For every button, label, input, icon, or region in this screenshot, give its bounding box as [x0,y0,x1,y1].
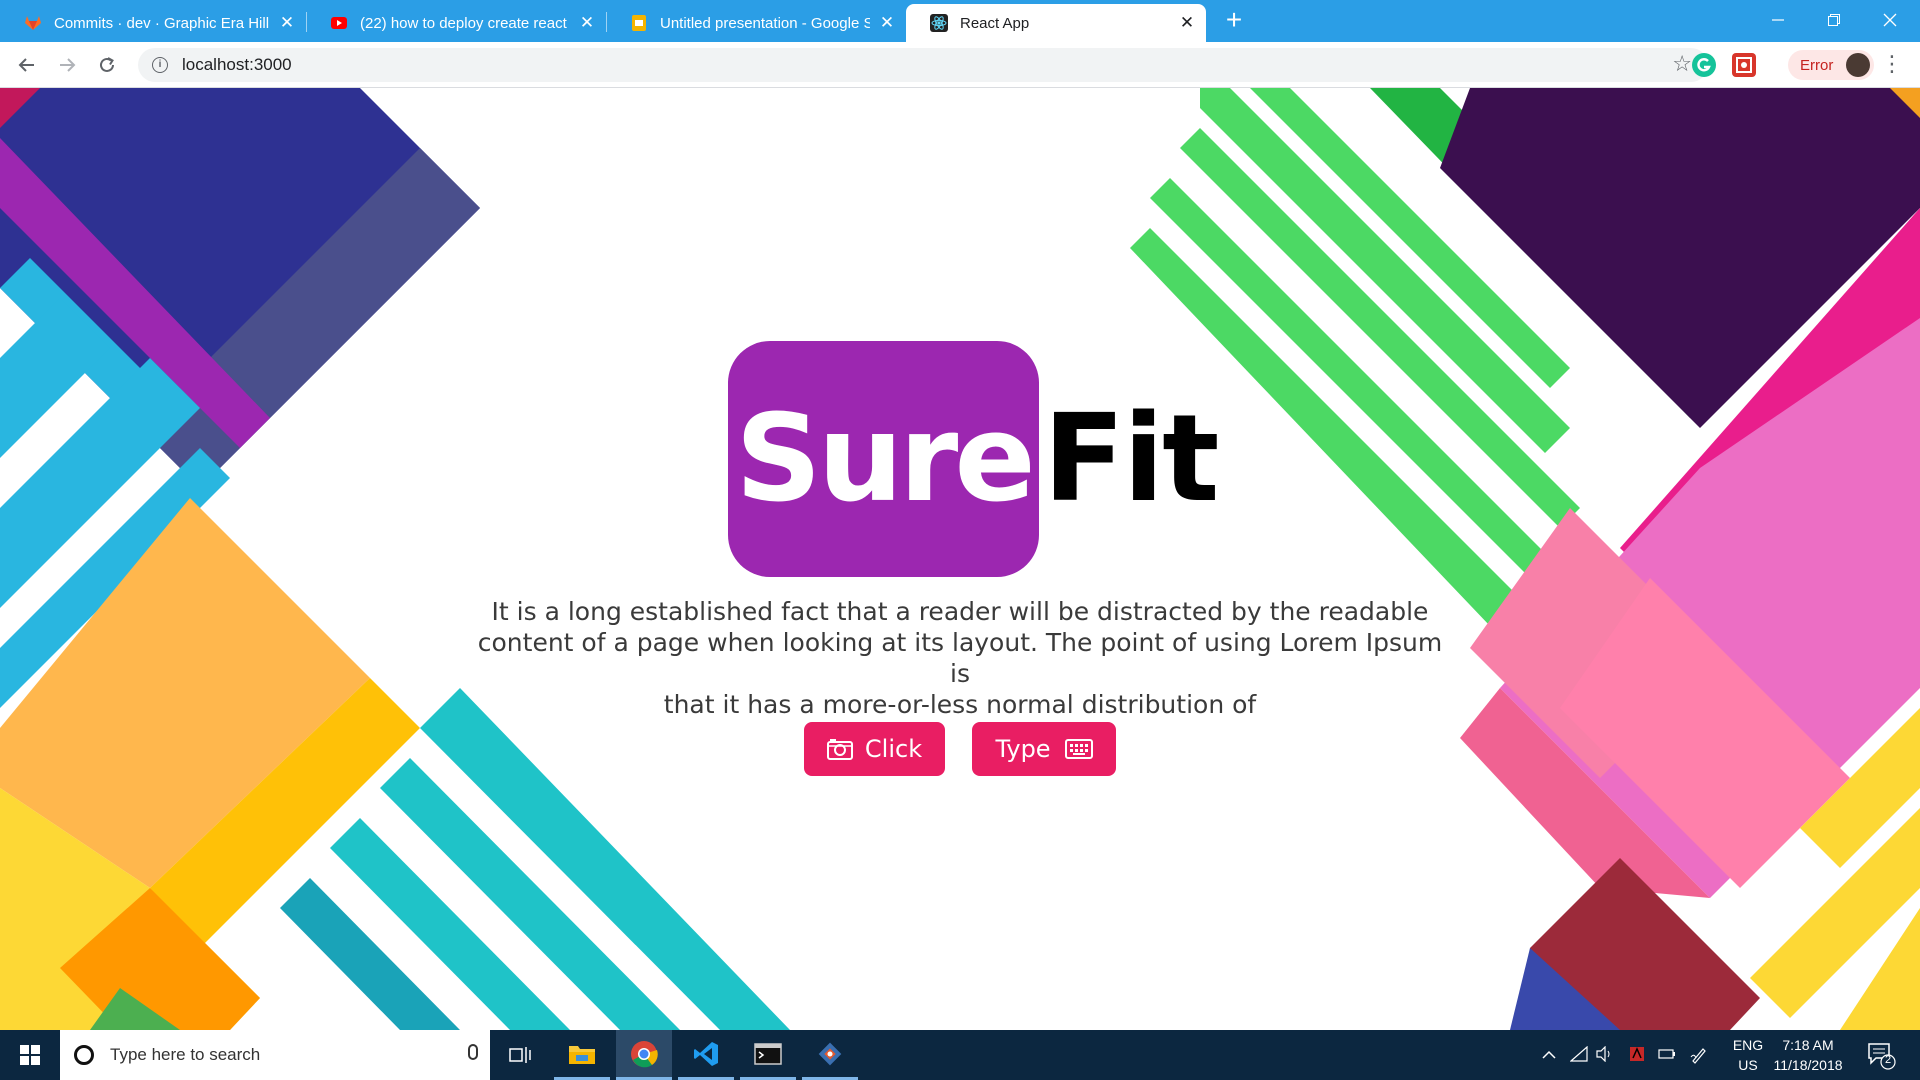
close-tab-icon[interactable]: ✕ [878,13,896,33]
close-tab-icon[interactable]: ✕ [1178,13,1196,33]
bookmark-star-icon[interactable]: ☆ [1672,52,1692,77]
close-tab-icon[interactable]: ✕ [278,13,296,33]
type-button[interactable]: Type [972,722,1116,776]
browser-tab-strip: Commits · dev · Graphic Era Hill U ✕ (22… [0,0,1920,42]
system-clock[interactable]: 7:18 AM 11/18/2018 [1766,1035,1850,1075]
tagline-line: It is a long established fact that a rea… [491,597,1429,626]
battery-icon[interactable] [1658,1046,1676,1064]
wifi-icon[interactable] [1569,1045,1588,1064]
camera-icon [826,739,853,760]
avatar [1846,53,1870,77]
volume-icon[interactable] [1596,1045,1614,1064]
windows-start-icon[interactable] [0,1030,60,1080]
logo-text: Fit [1043,389,1219,529]
gitlab-icon [25,16,41,30]
profile-error-label: Error [1800,56,1834,74]
tab-google-slides[interactable]: Untitled presentation - Google Sl ✕ [606,4,906,42]
input-language-indicator[interactable]: ENG US [1728,1035,1768,1075]
react-icon [930,14,948,32]
taskbar-search-box[interactable]: Type here to search [60,1030,490,1080]
restore-window-icon[interactable] [1810,0,1858,40]
click-button-label: Click [864,735,923,763]
microphone-icon[interactable] [468,1044,478,1060]
terminal-icon[interactable] [740,1030,796,1080]
forward-arrow-icon[interactable] [52,50,82,80]
cortana-icon [74,1045,94,1065]
click-button[interactable]: Click [804,722,945,776]
windows-taskbar: Type here to search ENG US 7:18 AM 11/18… [0,1030,1920,1080]
extension-icon[interactable] [1732,53,1756,77]
url-text[interactable]: localhost:3000 [182,55,292,75]
notification-count-badge: 2 [1884,1054,1892,1066]
youtube-icon [331,17,347,29]
tab-title: (22) how to deploy create react a [360,14,570,32]
keyboard-icon [1064,739,1093,759]
git-icon[interactable] [802,1030,858,1080]
clock-time: 7:18 AM [1782,1037,1834,1053]
pen-workspace-icon[interactable] [1690,1046,1708,1064]
tagline-line: content of a page when looking at its la… [477,628,1443,688]
tagline: It is a long established fact that a rea… [470,596,1450,720]
page-viewport: Sure Fit It is a long established fact t… [0,88,1920,1030]
tab-title: Untitled presentation - Google Sl [660,14,870,32]
type-button-label: Type [995,735,1051,763]
site-info-icon[interactable]: i [152,57,168,73]
browser-toolbar: i localhost:3000 ☆ Error ⋮ [0,42,1920,88]
grammarly-extension-icon[interactable] [1692,53,1716,77]
close-window-icon[interactable] [1866,0,1914,40]
tab-commits[interactable]: Commits · dev · Graphic Era Hill U ✕ [0,4,306,42]
language-code: ENG [1732,1037,1764,1053]
search-placeholder: Type here to search [110,1045,261,1064]
action-center-icon[interactable]: 2 [1866,1040,1896,1070]
tab-react-app[interactable]: React App ✕ [906,4,1206,42]
address-bar[interactable]: i localhost:3000 ☆ [138,48,1708,82]
reload-icon[interactable] [92,50,122,80]
region-code: US [1738,1057,1758,1073]
profile-button[interactable]: Error [1788,50,1874,80]
clock-date: 11/18/2018 [1773,1057,1843,1073]
close-tab-icon[interactable]: ✕ [578,13,596,33]
antivirus-tray-icon[interactable] [1628,1046,1646,1064]
show-hidden-icons-chevron-icon[interactable] [1540,1046,1558,1064]
tab-title: Commits · dev · Graphic Era Hill U [54,14,270,32]
minimize-window-icon[interactable] [1754,0,1802,40]
google-slides-icon [632,15,646,31]
surefit-logo: Sure Fit [728,341,1219,577]
tab-youtube[interactable]: (22) how to deploy create react a ✕ [306,4,606,42]
logo-highlight: Sure [728,341,1039,577]
file-explorer-icon[interactable] [554,1030,610,1080]
back-arrow-icon[interactable] [12,50,42,80]
chrome-icon[interactable] [616,1030,672,1080]
tab-title: React App [960,14,1030,32]
new-tab-button[interactable]: + [1220,6,1248,34]
task-view-icon[interactable] [492,1030,548,1080]
browser-menu-icon[interactable]: ⋮ [1880,52,1904,78]
tagline-line: that it has a more-or-less normal distri… [663,690,1257,719]
vscode-icon[interactable] [678,1030,734,1080]
